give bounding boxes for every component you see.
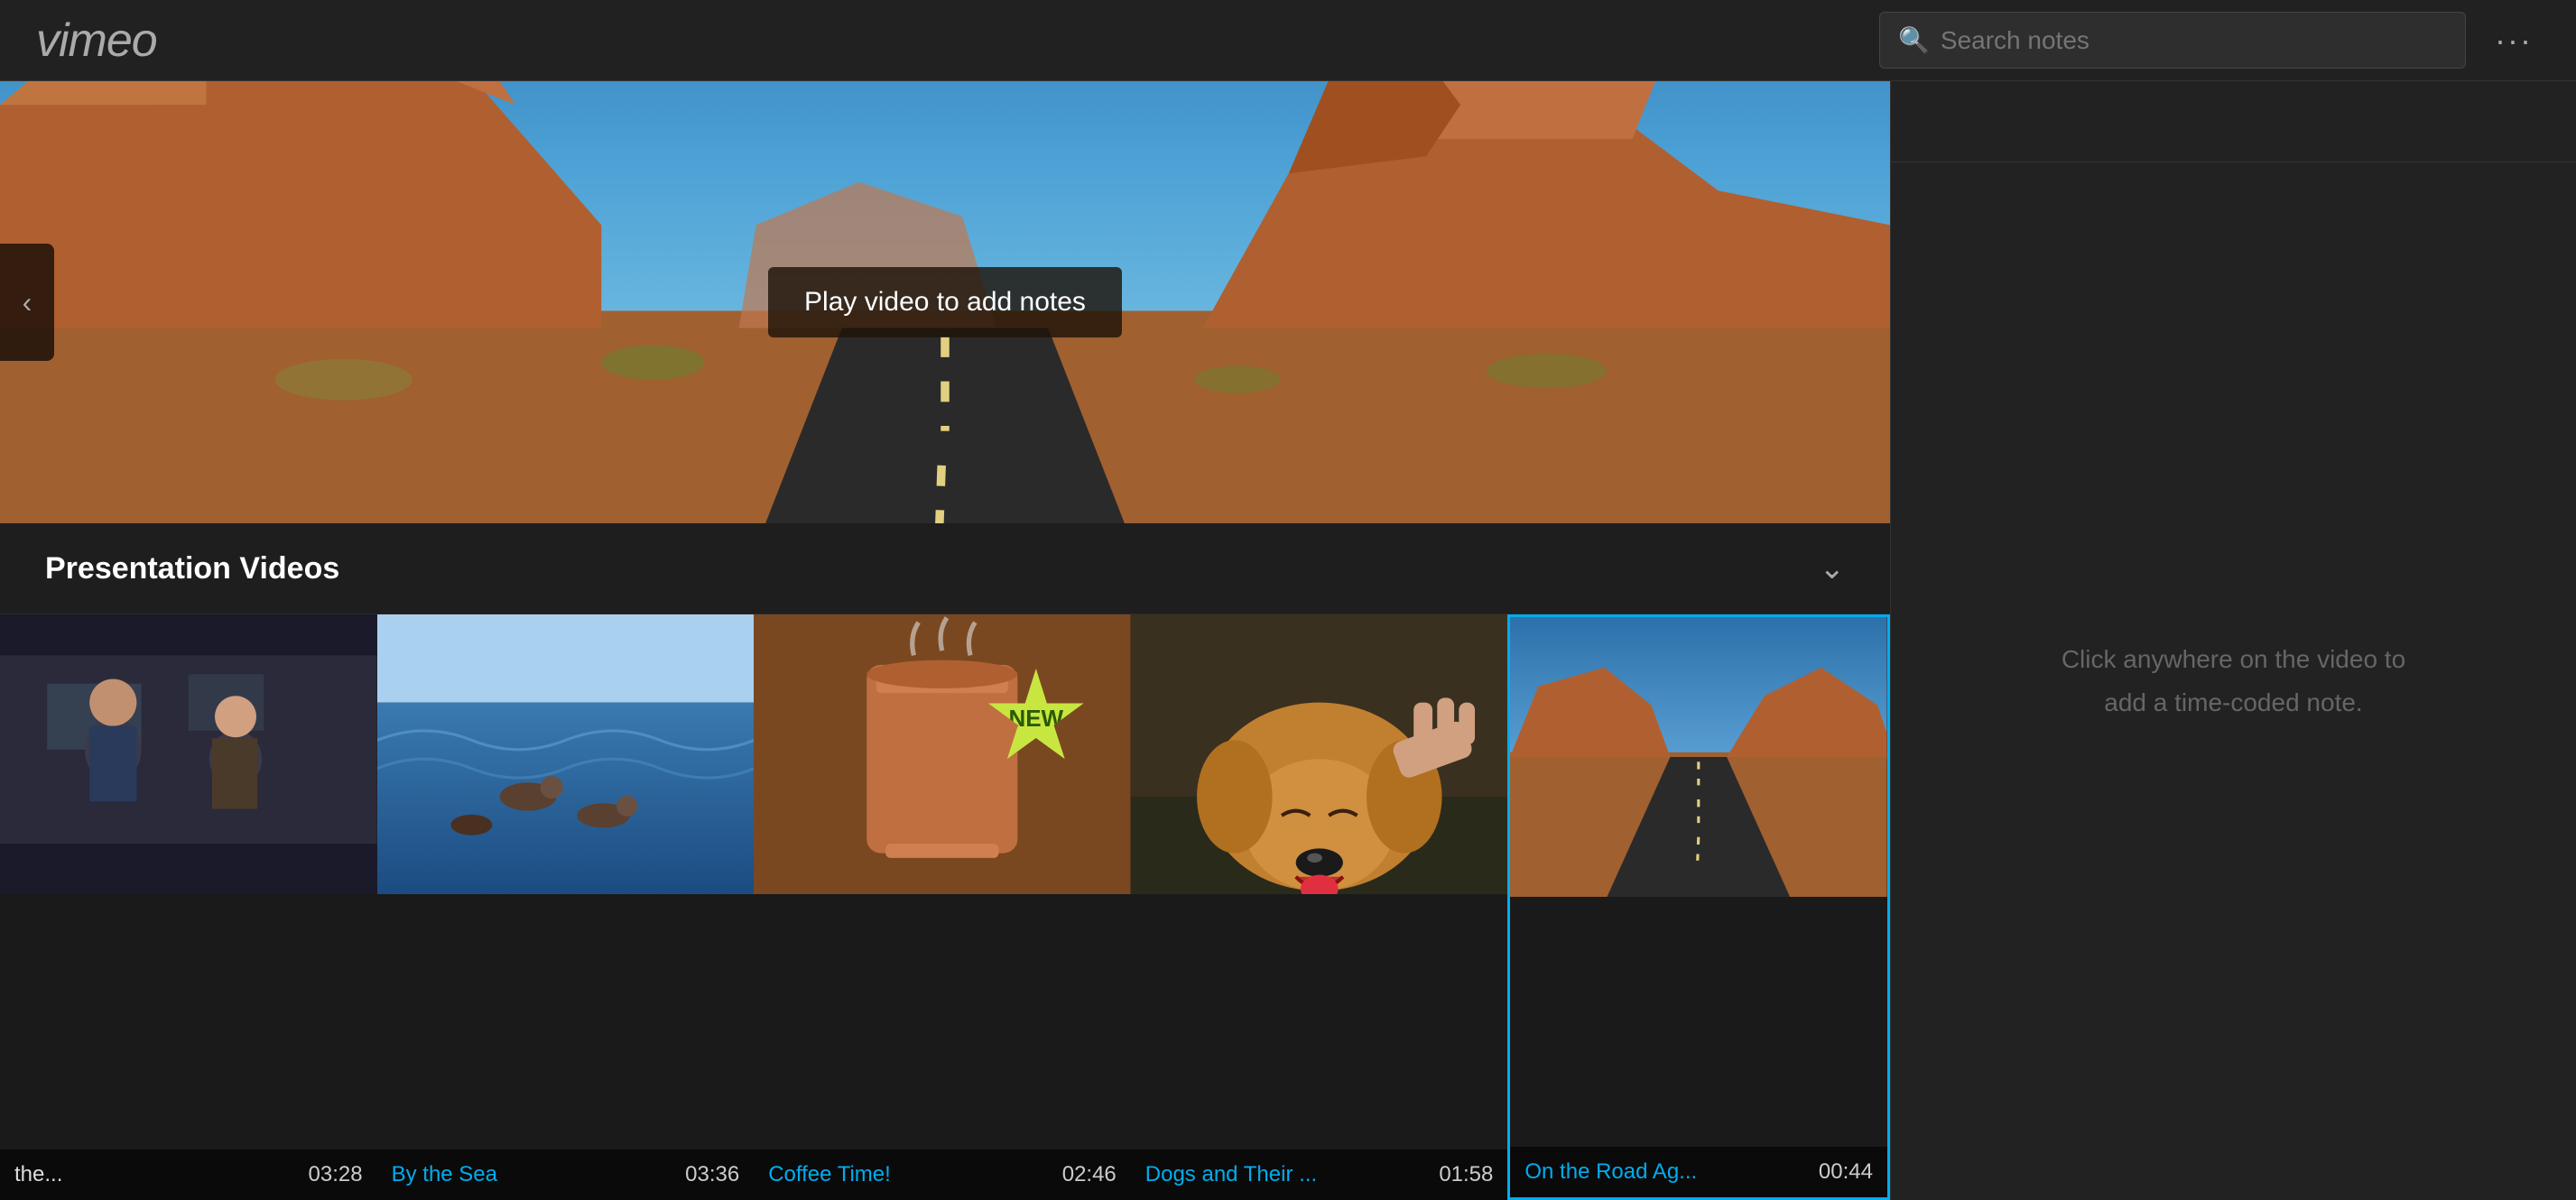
video-side: Play video to add notes ‹ Presentation V… — [0, 81, 1890, 1200]
thumbnails-strip: the... 03:28 — [0, 614, 1890, 1200]
notes-header — [1891, 81, 2576, 162]
thumb-duration-5: 00:44 — [1819, 1159, 1873, 1185]
previous-button[interactable]: ‹ — [0, 244, 54, 361]
thumbnail-item-3[interactable]: NEW Coffee Time! 02:46 — [754, 614, 1131, 1200]
thumbnail-item-5[interactable]: On the Road Ag... 00:44 — [1507, 614, 1890, 1200]
thumb-title-1: the... — [14, 1162, 62, 1187]
thumb-duration-3: 02:46 — [1062, 1162, 1117, 1187]
main-layout: Play video to add notes ‹ Presentation V… — [0, 81, 2576, 1200]
thumbnail-item-2[interactable]: By the Sea 03:36 — [377, 614, 755, 1200]
section-title: Presentation Videos — [45, 551, 339, 586]
search-icon: 🔍 — [1898, 25, 1930, 55]
thumb-title-3: Coffee Time! — [768, 1162, 891, 1187]
more-options-button[interactable]: ··· — [2488, 14, 2540, 67]
search-input[interactable] — [1941, 26, 2447, 55]
section-header: Presentation Videos ⌄ — [0, 523, 1890, 614]
search-box[interactable]: 🔍 — [1879, 12, 2466, 69]
thumb-info-5: On the Road Ag... 00:44 — [1510, 1147, 1887, 1197]
thumb-info-3: Coffee Time! 02:46 — [754, 1149, 1131, 1200]
chevron-down-icon[interactable]: ⌄ — [1820, 550, 1846, 586]
thumb-info-2: By the Sea 03:36 — [377, 1149, 755, 1200]
play-video-overlay: Play video to add notes — [768, 267, 1122, 337]
thumb-title-4: Dogs and Their ... — [1145, 1162, 1317, 1187]
notes-empty-state: Click anywhere on the video to add a tim… — [1891, 162, 2576, 1200]
thumb-title-2: By the Sea — [392, 1162, 497, 1187]
thumb-info-4: Dogs and Their ... 01:58 — [1131, 1149, 1508, 1200]
thumb-duration-4: 01:58 — [1439, 1162, 1493, 1187]
thumb-title-5: On the Road Ag... — [1524, 1159, 1697, 1185]
video-player[interactable]: Play video to add notes ‹ — [0, 81, 1890, 523]
thumb-duration-1: 03:28 — [309, 1162, 363, 1187]
thumbnail-item-4[interactable]: Dogs and Their ... 01:58 — [1131, 614, 1508, 1200]
header: vimeo 🔍 ··· — [0, 0, 2576, 81]
thumbnail-item-1[interactable]: the... 03:28 — [0, 614, 377, 1200]
thumb-duration-2: 03:36 — [685, 1162, 739, 1187]
vimeo-logo: vimeo — [36, 14, 157, 68]
header-right: 🔍 ··· — [1879, 12, 2540, 69]
notes-panel: Click anywhere on the video to add a tim… — [1890, 81, 2576, 1200]
thumb-info-1: the... 03:28 — [0, 1149, 377, 1200]
